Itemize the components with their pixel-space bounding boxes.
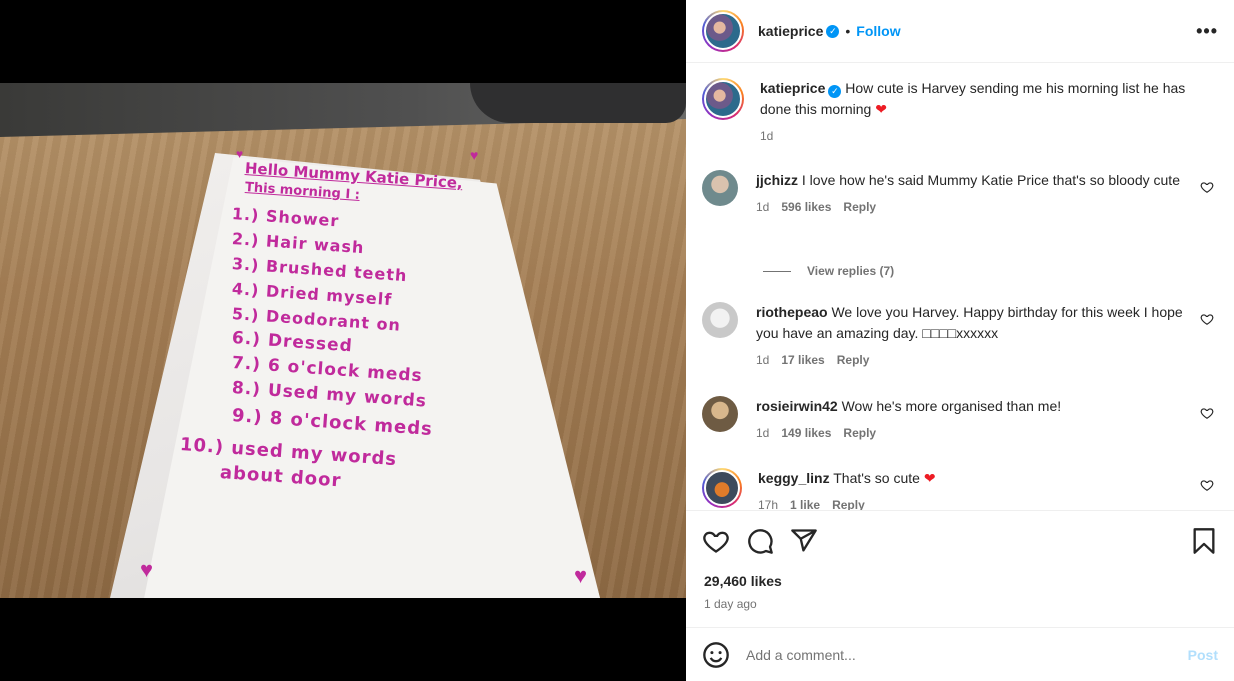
comment-username[interactable]: riothepeao	[756, 304, 828, 320]
comment: rosieirwin42 Wow he's more organised tha…	[702, 396, 1222, 444]
likes-count[interactable]: 29,460 likes	[704, 573, 782, 589]
comment-likes[interactable]: 596 likes	[781, 197, 831, 218]
comment-text: I love how he's said Mummy Katie Price t…	[801, 172, 1180, 188]
comment-likes[interactable]: 149 likes	[781, 423, 831, 444]
comment-username[interactable]: keggy_linz	[758, 470, 830, 486]
view-replies-label: View replies (7)	[807, 264, 895, 278]
comment: jjchizz I love how he's said Mummy Katie…	[702, 170, 1222, 218]
heart-icon[interactable]	[1200, 406, 1214, 420]
comments-list[interactable]: katieprice ✓ How cute is Harvey sending m…	[686, 64, 1234, 511]
paper-heart-icon: ♥	[236, 147, 244, 161]
comment-text: Wow he's more organised than me!	[841, 398, 1062, 414]
comment-input[interactable]: Add a comment...	[746, 647, 1188, 663]
comment-username[interactable]: rosieirwin42	[756, 398, 838, 414]
comment-username[interactable]: jjchizz	[756, 172, 798, 188]
paper-heart-icon: ♥	[140, 557, 154, 582]
separator-dot: •	[845, 23, 851, 39]
avatar[interactable]	[702, 396, 738, 432]
paper-heart-icon: ♥	[574, 563, 588, 588]
post-header: katieprice ✓ • Follow •••	[686, 0, 1234, 63]
avatar[interactable]	[702, 78, 744, 120]
heart-icon[interactable]	[1200, 478, 1214, 492]
share-icon[interactable]	[790, 527, 818, 555]
caption-time[interactable]: 1d	[760, 126, 773, 147]
verified-badge-icon: ✓	[828, 85, 842, 98]
reply-button[interactable]: Reply	[843, 197, 876, 218]
handwritten-list: Hello Mummy Katie Price, This morning I …	[244, 158, 545, 203]
avatar[interactable]	[702, 170, 738, 206]
heart-icon[interactable]	[1200, 312, 1214, 326]
caption: katieprice ✓ How cute is Harvey sending m…	[702, 78, 1222, 147]
red-heart-emoji-icon: ❤	[923, 470, 936, 486]
follow-button[interactable]: Follow	[856, 23, 900, 39]
verified-badge-icon: ✓	[826, 24, 840, 38]
comment-time[interactable]: 1d	[756, 423, 769, 444]
post-photo[interactable]: ♥ ♥ ♥ ♥ Hello Mummy Katie Price, This mo…	[0, 83, 686, 598]
caption-username[interactable]: katieprice	[760, 80, 825, 96]
post-panel: katieprice ✓ • Follow ••• katieprice ✓ Ho…	[686, 0, 1234, 681]
avatar[interactable]	[702, 468, 742, 508]
add-comment-bar: Add a comment... Post	[686, 627, 1234, 681]
comment: keggy_linz That's so cute ❤ 17h 1 like R…	[702, 468, 1222, 510]
bookmark-icon[interactable]	[1190, 527, 1218, 555]
view-replies-button[interactable]: View replies (7)	[763, 264, 894, 278]
more-options-icon[interactable]: •••	[1196, 21, 1218, 42]
post-time[interactable]: 1 day ago	[704, 597, 757, 611]
reply-button[interactable]: Reply	[837, 350, 870, 371]
comment-icon[interactable]	[746, 527, 774, 555]
heart-icon[interactable]	[702, 527, 730, 555]
author-username[interactable]: katieprice	[758, 23, 823, 39]
comment-likes[interactable]: 17 likes	[781, 350, 824, 371]
comment-text: That's so cute	[833, 470, 920, 486]
comment-time[interactable]: 1d	[756, 197, 769, 218]
comment: riothepeao We love you Harvey. Happy bir…	[702, 302, 1222, 371]
avatar[interactable]	[702, 10, 744, 52]
action-bar	[686, 512, 1234, 570]
post-media: ♥ ♥ ♥ ♥ Hello Mummy Katie Price, This mo…	[0, 0, 686, 681]
comment-time[interactable]: 17h	[758, 495, 778, 510]
comment-time[interactable]: 1d	[756, 350, 769, 371]
photo-chair	[470, 83, 686, 123]
reply-button[interactable]: Reply	[832, 495, 865, 510]
handwritten-items: 1.) Shower 2.) Hair wash 3.) Brushed tee…	[179, 201, 532, 491]
post-comment-button[interactable]: Post	[1188, 647, 1218, 663]
heart-icon[interactable]	[1200, 180, 1214, 194]
avatar[interactable]	[702, 302, 738, 338]
comment-likes[interactable]: 1 like	[790, 495, 820, 510]
red-heart-emoji-icon: ❤	[875, 101, 887, 117]
emoji-icon[interactable]	[702, 641, 730, 669]
reply-button[interactable]: Reply	[843, 423, 876, 444]
